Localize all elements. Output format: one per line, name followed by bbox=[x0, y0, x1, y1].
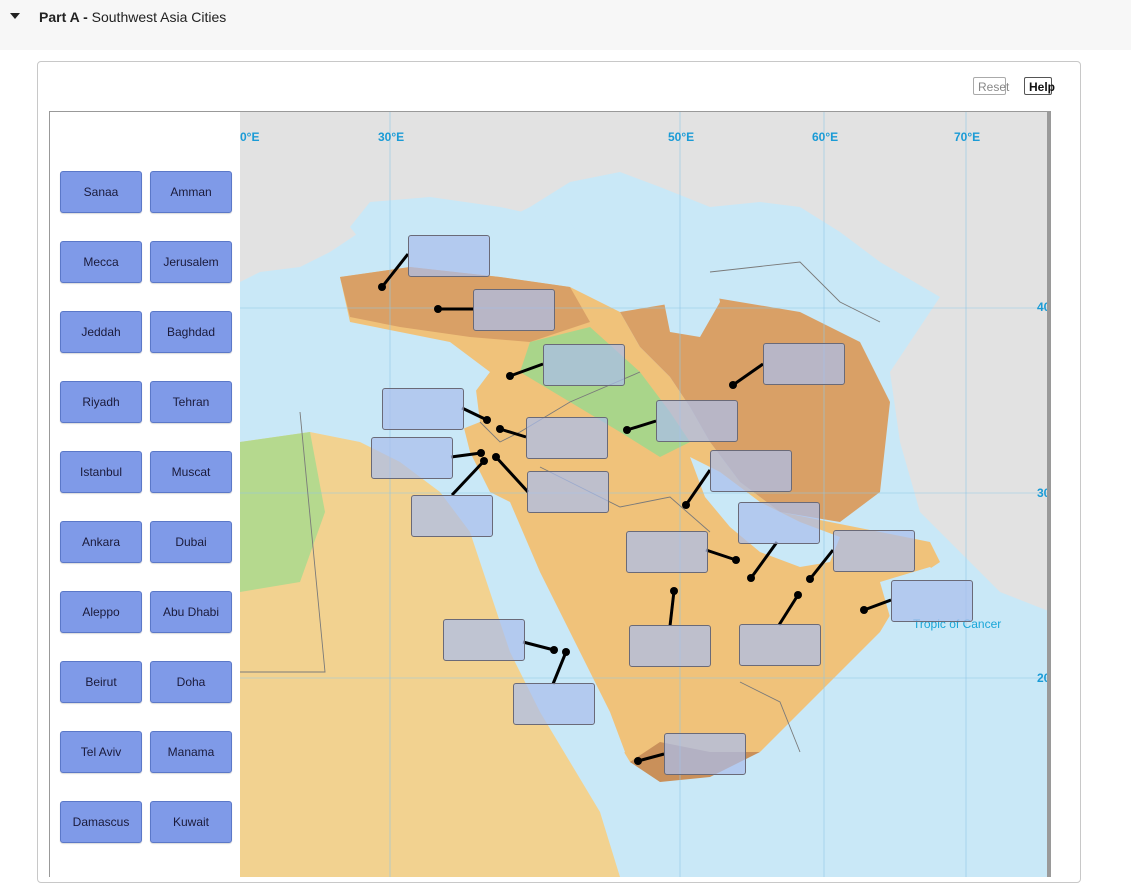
label-kuwait[interactable]: Kuwait bbox=[150, 801, 232, 843]
longitude-label: 30°E bbox=[378, 130, 405, 144]
drop-target[interactable] bbox=[513, 683, 595, 725]
drop-target[interactable] bbox=[833, 530, 915, 572]
part-prefix: Part A - bbox=[39, 9, 88, 25]
drop-target[interactable] bbox=[382, 388, 464, 430]
label-damascus[interactable]: Damascus bbox=[60, 801, 142, 843]
drop-target[interactable] bbox=[526, 417, 608, 459]
longitude-label: 0°E bbox=[240, 130, 260, 144]
drop-target[interactable] bbox=[738, 502, 820, 544]
drop-target[interactable] bbox=[408, 235, 490, 277]
label-amman[interactable]: Amman bbox=[150, 171, 232, 213]
drop-target[interactable] bbox=[443, 619, 525, 661]
part-title: Part A - Southwest Asia Cities bbox=[39, 9, 226, 25]
labeling-workspace: Sanaa Amman Mecca Jerusalem Jeddah Baghd… bbox=[49, 111, 1051, 877]
collapse-toggle-icon[interactable] bbox=[10, 13, 20, 19]
drop-target[interactable] bbox=[473, 289, 555, 331]
longitude-label: 60°E bbox=[812, 130, 839, 144]
label-jeddah[interactable]: Jeddah bbox=[60, 311, 142, 353]
label-baghdad[interactable]: Baghdad bbox=[150, 311, 232, 353]
longitude-label: 50°E bbox=[668, 130, 695, 144]
label-ankara[interactable]: Ankara bbox=[60, 521, 142, 563]
drop-target[interactable] bbox=[629, 625, 711, 667]
drop-target[interactable] bbox=[371, 437, 453, 479]
label-bank: Sanaa Amman Mecca Jerusalem Jeddah Baghd… bbox=[50, 112, 240, 877]
drop-target[interactable] bbox=[543, 344, 625, 386]
part-header: Part A - Southwest Asia Cities bbox=[0, 0, 1131, 50]
drop-target[interactable] bbox=[411, 495, 493, 537]
map-edge-shadow bbox=[1047, 112, 1051, 877]
label-jerusalem[interactable]: Jerusalem bbox=[150, 241, 232, 283]
longitude-label: 70°E bbox=[954, 130, 981, 144]
label-doha[interactable]: Doha bbox=[150, 661, 232, 703]
label-dubai[interactable]: Dubai bbox=[150, 521, 232, 563]
part-name: Southwest Asia Cities bbox=[91, 9, 227, 25]
drop-target[interactable] bbox=[710, 450, 792, 492]
help-button[interactable]: Help bbox=[1024, 77, 1055, 95]
label-muscat[interactable]: Muscat bbox=[150, 451, 232, 493]
label-istanbul[interactable]: Istanbul bbox=[60, 451, 142, 493]
drop-target[interactable] bbox=[656, 400, 738, 442]
label-abu-dhabi[interactable]: Abu Dhabi bbox=[150, 591, 232, 633]
label-sanaa[interactable]: Sanaa bbox=[60, 171, 142, 213]
label-aleppo[interactable]: Aleppo bbox=[60, 591, 142, 633]
drop-target[interactable] bbox=[739, 624, 821, 666]
reset-button[interactable]: Reset bbox=[973, 77, 1009, 95]
label-riyadh[interactable]: Riyadh bbox=[60, 381, 142, 423]
label-tehran[interactable]: Tehran bbox=[150, 381, 232, 423]
drop-target[interactable] bbox=[527, 471, 609, 513]
label-manama[interactable]: Manama bbox=[150, 731, 232, 773]
drop-target[interactable] bbox=[763, 343, 845, 385]
label-mecca[interactable]: Mecca bbox=[60, 241, 142, 283]
southwest-asia-map: 0°E 30°E 50°E 60°E 70°E 40 30 20 Tropic … bbox=[240, 112, 1051, 877]
label-beirut[interactable]: Beirut bbox=[60, 661, 142, 703]
label-tel-aviv[interactable]: Tel Aviv bbox=[60, 731, 142, 773]
map-terrain bbox=[240, 112, 1051, 877]
drop-target[interactable] bbox=[664, 733, 746, 775]
drop-target[interactable] bbox=[626, 531, 708, 573]
drop-target[interactable] bbox=[891, 580, 973, 622]
